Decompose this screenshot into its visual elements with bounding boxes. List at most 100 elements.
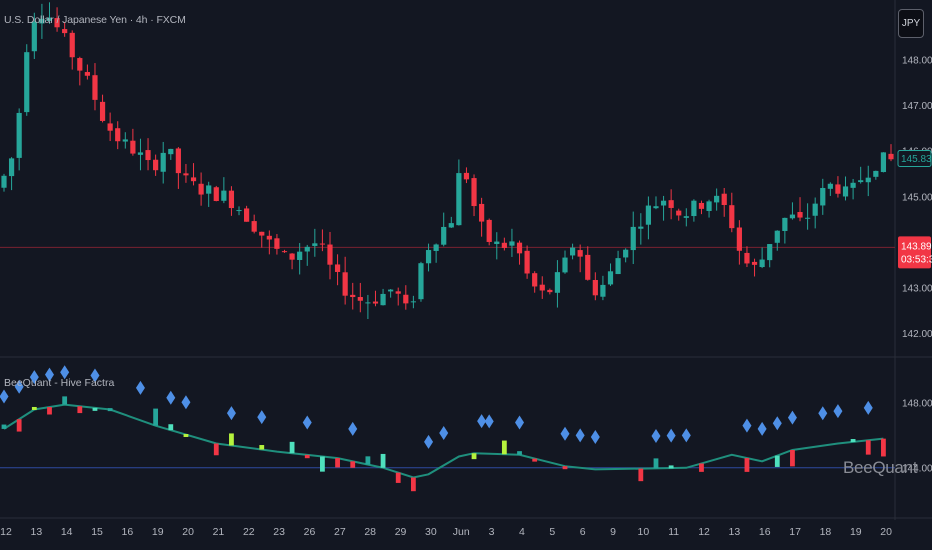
time-axis-label: 13 — [31, 526, 43, 538]
candle-body — [319, 243, 326, 245]
candle-body — [827, 183, 833, 189]
indicator-bar — [229, 433, 234, 446]
candle-body — [456, 173, 462, 226]
indicator-bar — [77, 406, 83, 414]
candle-body — [691, 200, 697, 217]
candle-body — [494, 241, 500, 244]
candle-body — [168, 148, 174, 155]
candle-body — [92, 75, 98, 100]
signal-diamond — [515, 415, 525, 430]
watermark-text: BeeQuant — [843, 458, 918, 477]
candle-body — [425, 250, 432, 264]
candle-body — [441, 226, 447, 245]
price-chart[interactable]: 148.000147.000146.000145.000143.000142.0… — [0, 0, 932, 550]
candle-body — [751, 261, 758, 265]
indicator-bar — [562, 466, 568, 470]
currency-button[interactable]: JPY — [898, 9, 924, 38]
candle-body — [433, 244, 439, 251]
candle-body — [509, 241, 515, 246]
last-price-label: 143.890 — [901, 241, 932, 252]
candle-body — [645, 205, 652, 225]
indicator-bar — [335, 458, 340, 468]
indicator-bar — [471, 453, 477, 460]
candle-body — [842, 186, 849, 197]
indicator-bar — [865, 440, 871, 455]
signal-diamond — [166, 390, 176, 405]
candle-body — [153, 159, 159, 171]
candle-body — [372, 301, 379, 304]
candle-body — [312, 243, 318, 246]
indicator-bar — [774, 455, 780, 467]
candle-body — [592, 279, 598, 296]
time-axis-label: 17 — [789, 526, 801, 538]
candle-body — [653, 206, 659, 209]
signal-diamond — [818, 406, 828, 421]
candle-body — [660, 200, 667, 206]
candle-body — [190, 177, 197, 182]
candle-body — [99, 101, 106, 121]
candle-body — [107, 123, 113, 131]
indicator-bar — [350, 461, 356, 468]
candle-body — [160, 152, 166, 172]
candle-body — [448, 223, 454, 228]
indicator-bar — [213, 443, 219, 456]
candle-body — [744, 252, 750, 264]
time-axis-label: Jun — [453, 526, 470, 538]
candle-body — [630, 226, 636, 251]
signal-diamond — [863, 400, 873, 415]
candle-body — [623, 249, 629, 258]
indicator-bar — [653, 458, 659, 469]
indicator-bar — [668, 465, 674, 469]
candle-body — [380, 293, 386, 306]
candle-body — [774, 230, 780, 243]
indicator-bar — [380, 453, 386, 468]
candle-body — [501, 242, 507, 248]
price-axis-label: 148.000 — [902, 56, 932, 67]
marker-price-label: 145.838 — [901, 154, 932, 165]
indicator-bar — [850, 439, 856, 443]
time-axis-label: 20 — [182, 526, 194, 538]
time-axis-label: 29 — [395, 526, 407, 538]
indicator-bar — [92, 407, 98, 411]
candle-body — [183, 173, 189, 176]
signal-diamond — [439, 425, 449, 440]
candle-body — [736, 227, 742, 251]
time-axis-label: 23 — [273, 526, 285, 538]
candle-body — [486, 219, 492, 242]
time-axis-label: 12 — [0, 526, 12, 538]
time-axis-label: 28 — [364, 526, 376, 538]
candle-body — [714, 195, 720, 203]
time-axis-label: 9 — [610, 526, 616, 538]
candle-body — [8, 158, 15, 177]
signal-diamond — [560, 426, 570, 441]
candle-body — [539, 284, 545, 291]
candle-body — [516, 242, 523, 254]
candle-body — [698, 202, 705, 209]
candle-body — [569, 247, 576, 256]
candle-body — [122, 139, 128, 142]
candle-body — [797, 212, 803, 218]
candle-body — [145, 150, 151, 161]
indicator-bar — [259, 445, 265, 450]
time-axis-label: 4 — [519, 526, 525, 538]
candle-body — [350, 294, 356, 298]
indicator-bar — [47, 407, 52, 415]
candle-body — [835, 184, 841, 194]
candle-body — [858, 180, 864, 183]
indicator-bar — [410, 477, 416, 492]
indicator-bar — [304, 454, 310, 459]
signal-diamond — [226, 406, 236, 421]
candle-body — [403, 294, 409, 304]
candle-body — [873, 170, 879, 177]
signal-diamond — [484, 414, 494, 429]
price-axis-label: 142.000 — [902, 329, 932, 340]
indicator-bar — [365, 456, 371, 465]
candle-body — [668, 200, 674, 208]
indicator-bar — [395, 472, 401, 483]
indicator-bar — [289, 441, 295, 454]
candle-body — [243, 208, 250, 222]
candle-body — [357, 297, 363, 301]
signal-diamond — [742, 418, 752, 433]
candle-body — [327, 244, 333, 265]
candle-body — [281, 251, 288, 253]
